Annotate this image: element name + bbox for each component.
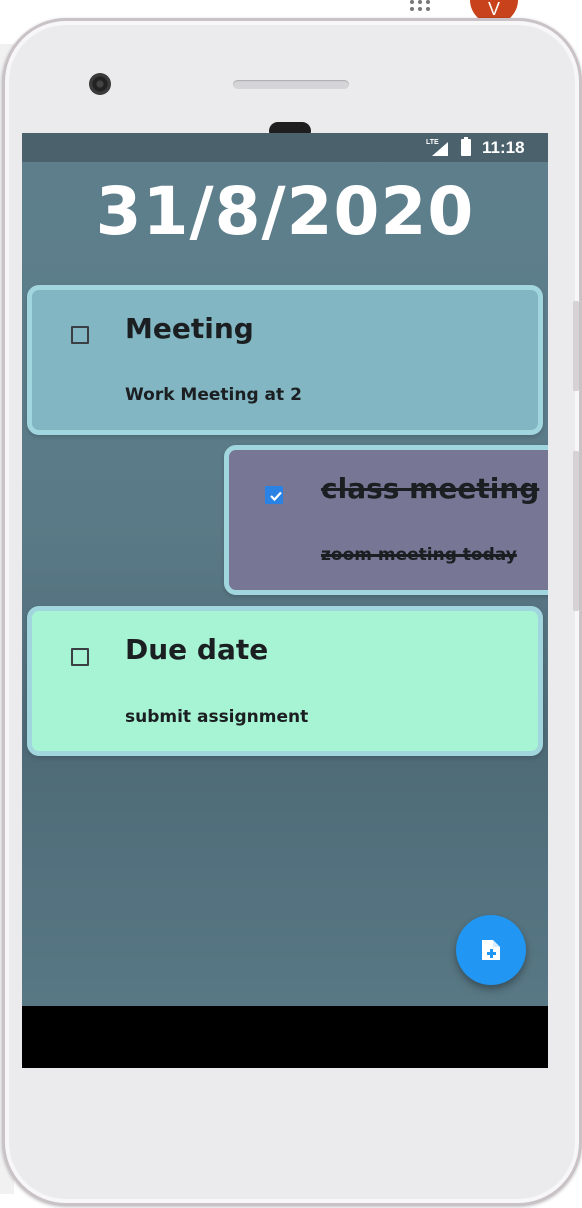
volume-button [573,301,579,391]
front-camera [89,73,111,95]
task-checkbox-checked[interactable] [265,486,283,504]
status-bar: LTE 11:18 [22,133,548,162]
speaker-grille [233,80,349,89]
date-title: 31/8/2020 [95,173,475,250]
power-button [573,451,579,611]
task-description: Work Meeting at 2 [125,385,302,405]
add-note-button[interactable] [456,915,526,985]
task-card-meeting[interactable]: Meeting Work Meeting at 2 [27,285,543,435]
task-checkbox[interactable] [71,648,89,666]
task-title: Meeting [125,312,254,345]
checkmark-icon [270,491,282,502]
signal-icon: LTE [426,139,448,157]
task-title: class meeting [321,472,540,505]
battery-icon [461,137,471,156]
signal-strength-icon [432,142,448,156]
task-card-due-date[interactable]: Due date submit assignment [27,606,543,756]
task-checkbox[interactable] [71,326,89,344]
task-description: submit assignment [125,707,309,727]
task-description: zoom meeting today [321,545,517,565]
app-screen: LTE 11:18 31/8/2020 Meeting Work Meeting… [22,133,548,1006]
add-note-icon [482,940,500,960]
task-card-class-meeting[interactable]: class meeting zoom meeting today [224,445,548,595]
task-title: Due date [125,633,269,666]
status-clock: 11:18 [482,138,525,157]
navigation-bar [22,1006,548,1068]
apps-grid-icon[interactable] [410,0,434,12]
